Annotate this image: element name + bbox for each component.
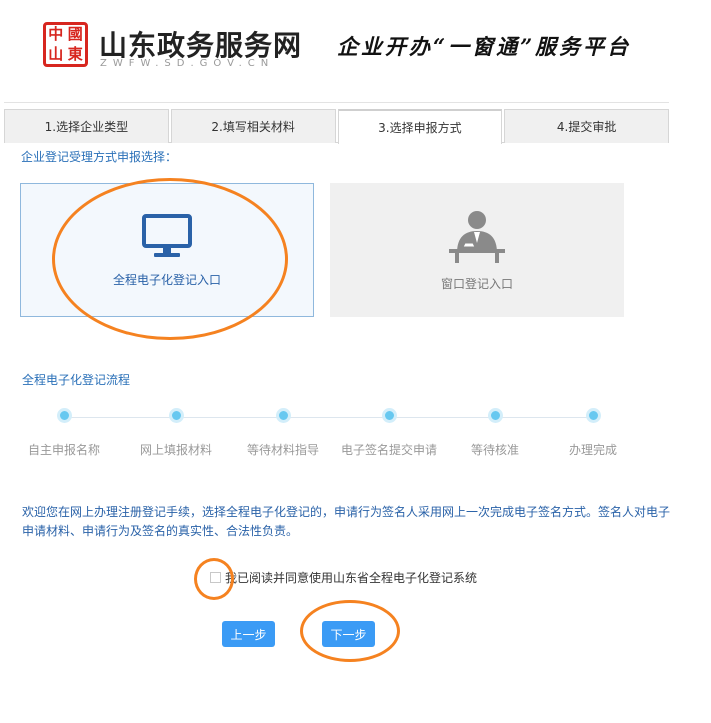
online-registration-option[interactable]: 全程电子化登记入口 — [20, 183, 314, 317]
filing-method-prompt: 企业登记受理方式申报选择： — [21, 150, 178, 164]
online-registration-label: 全程电子化登记入口 — [112, 272, 221, 287]
tab-fill-materials[interactable]: 2.填写相关材料 — [170, 109, 336, 143]
registration-notice: 欢迎您在网上办理注册登记手续，选择全程电子化登记的，申请行为签名人采用网上一次完… — [22, 505, 671, 538]
flow-step-dot — [168, 408, 184, 423]
site-url: ZWFW.SD.GOV.CN — [100, 58, 275, 69]
flow-title: 全程电子化登记流程 — [22, 373, 131, 387]
flow-step: 电子签名提交申请 — [329, 408, 449, 458]
site-logo-seal: 中 國 山 東 — [43, 22, 88, 67]
flow-step: 自主申报名称 — [4, 408, 124, 458]
site-header: 中 國 山 東 山东政务服务网 ZWFW.SD.GOV.CN 企业开办“一窗通”… — [0, 0, 711, 95]
flow-step-label: 网上填报材料 — [139, 443, 212, 457]
flow-step-label: 电子签名提交申请 — [340, 443, 437, 457]
application-panel: 1.选择企业类型 2.填写相关材料 3.选择申报方式 4.提交审批 企业登记受理… — [4, 102, 670, 538]
tab-select-filing-method[interactable]: 3.选择申报方式 — [337, 109, 503, 144]
flow-step-dot — [56, 408, 72, 423]
previous-step-button[interactable]: 上一步 — [222, 621, 275, 647]
seal-char: 東 — [67, 44, 83, 63]
flow-step: 等待材料指导 — [223, 408, 343, 458]
flow-step-label: 自主申报名称 — [27, 443, 100, 457]
monitor-icon — [142, 213, 192, 257]
agreement-text: 我已阅读并同意使用山东省全程电子化登记系统 — [225, 571, 478, 585]
flow-step-label: 等待材料指导 — [246, 443, 319, 457]
flow-step-dot — [381, 408, 397, 423]
flow-step-dot — [585, 408, 601, 423]
step-tabs: 1.选择企业类型 2.填写相关材料 3.选择申报方式 4.提交审批 — [4, 109, 669, 144]
tab-select-company-type[interactable]: 1.选择企业类型 — [4, 109, 169, 143]
agreement-row: 我已阅读并同意使用山东省全程电子化登记系统 — [210, 569, 477, 586]
platform-title: 企业开办“一窗通”服务平台 — [337, 34, 632, 59]
flow-step: 网上填报材料 — [116, 408, 236, 458]
flow-step: 办理完成 — [533, 408, 653, 458]
tab-submit-approval[interactable]: 4.提交审批 — [504, 109, 669, 143]
seal-char: 中 — [48, 25, 64, 44]
flow-step-label: 办理完成 — [568, 443, 617, 457]
window-registration-option[interactable]: 窗口登记入口 — [330, 183, 624, 317]
next-step-button[interactable]: 下一步 — [322, 621, 375, 647]
flow-step-dot — [487, 408, 503, 423]
person-at-desk-icon — [449, 210, 505, 263]
seal-char: 國 — [67, 25, 83, 44]
flow-step-dot — [275, 408, 291, 423]
agreement-checkbox[interactable] — [210, 572, 221, 583]
window-registration-label: 窗口登记入口 — [440, 276, 513, 291]
seal-char: 山 — [48, 44, 64, 63]
